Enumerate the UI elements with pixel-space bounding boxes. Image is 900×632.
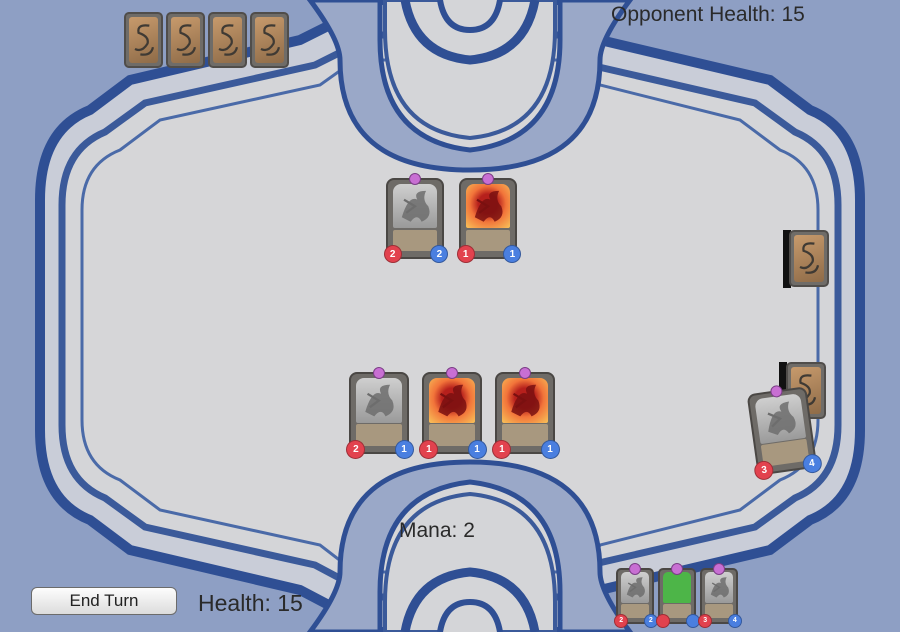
opponent-hand-card (208, 12, 247, 68)
card-art (392, 183, 438, 229)
dragon-icon (474, 190, 503, 222)
mana-cost-gem (409, 173, 421, 185)
dragon-icon (401, 190, 430, 222)
card-back-icon (260, 24, 281, 56)
attack-stat: 1 (419, 439, 439, 459)
card-art (662, 571, 692, 603)
card-back-icon (134, 24, 155, 56)
card-text-box (502, 424, 548, 446)
health-stat: 1 (394, 439, 414, 459)
attack-stat: 2 (383, 245, 402, 264)
mana-cost-gem (671, 563, 683, 575)
dragon-icon (438, 384, 467, 417)
opponent-minion-card[interactable]: 11 (456, 173, 522, 264)
deck-card-back[interactable] (789, 230, 829, 287)
card-text-box (429, 424, 475, 446)
card-text-box (356, 424, 402, 446)
dragon-icon (365, 384, 394, 417)
player-minion-card[interactable]: 21 (346, 367, 414, 459)
card-art (429, 377, 475, 423)
opponent-health-label: Opponent Health: 15 (611, 3, 805, 26)
player-hand-card[interactable]: 34 (698, 563, 742, 628)
attack-stat: 2 (614, 613, 629, 628)
health-stat: 4 (727, 613, 742, 628)
attack-stat (656, 613, 671, 628)
card-art (465, 183, 511, 229)
attack-stat: 2 (346, 439, 366, 459)
player-hand-card[interactable]: 22 (614, 563, 658, 628)
attack-stat: 1 (492, 439, 512, 459)
dragon-icon (511, 384, 540, 417)
card-art (754, 392, 806, 444)
mana-cost-gem (713, 563, 725, 575)
end-turn-button[interactable]: End Turn (31, 587, 177, 615)
opponent-minion-card[interactable]: 22 (383, 173, 449, 264)
card-back-icon (799, 242, 820, 274)
opponent-hand-card (166, 12, 205, 68)
card-back-icon (176, 24, 197, 56)
attack-stat: 1 (456, 245, 475, 264)
dragon-icon (626, 577, 645, 598)
player-minion-card[interactable]: 11 (492, 367, 560, 459)
health-stat: 1 (467, 439, 487, 459)
opponent-hand-card (124, 12, 163, 68)
mana-cost-gem (373, 367, 385, 379)
player-health-label: Health: 15 (198, 590, 303, 616)
card-art (502, 377, 548, 423)
drawn-card[interactable]: 34 (746, 384, 823, 481)
opponent-hand-card (250, 12, 289, 68)
card-back-icon (218, 24, 239, 56)
card-art (356, 377, 402, 423)
dragon-icon (767, 401, 796, 435)
mana-cost-gem (629, 563, 641, 575)
mana-cost-gem (446, 367, 458, 379)
attack-stat: 3 (698, 613, 713, 628)
player-hand-card[interactable] (656, 563, 700, 628)
health-stat: 1 (540, 439, 560, 459)
mana-label: Mana: 2 (399, 519, 475, 542)
dragon-icon (710, 577, 729, 598)
mana-cost-gem (519, 367, 531, 379)
end-turn-label: End Turn (69, 591, 139, 610)
player-minion-card[interactable]: 11 (419, 367, 487, 459)
card-art (704, 571, 734, 603)
card-art (620, 571, 650, 603)
mana-cost-gem (482, 173, 494, 185)
